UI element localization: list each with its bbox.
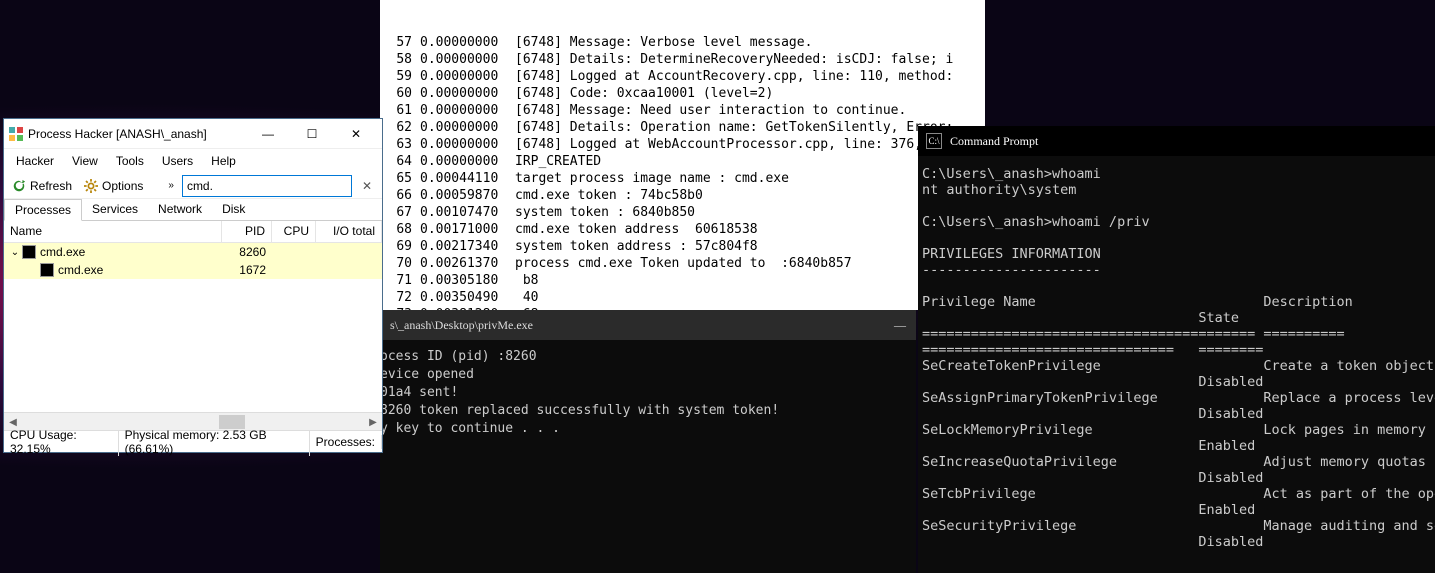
process-hacker-toolbar: Refresh Options » ✕ <box>4 173 382 199</box>
process-hacker-tabs: Processes Services Network Disk <box>4 199 382 221</box>
cmd-icon: C:\ <box>926 133 942 149</box>
command-prompt-window: C:\ Command Prompt C:\Users\_anash>whoam… <box>918 126 1435 573</box>
status-processes: Processes: <box>310 435 382 449</box>
minimize-icon[interactable]: — <box>894 318 906 333</box>
process-name: cmd.exe <box>58 263 103 277</box>
scrollbar-thumb[interactable] <box>219 415 245 429</box>
cmd-process-icon <box>22 245 36 259</box>
menu-view[interactable]: View <box>64 152 106 170</box>
table-row[interactable]: cmd.exe 1672 <box>4 261 382 279</box>
command-prompt-title-text: Command Prompt <box>950 134 1038 149</box>
process-table-header: Name PID CPU I/O total <box>4 221 382 243</box>
log-line: 580.00000000[6748] Details: DetermineRec… <box>380 51 985 68</box>
status-bar: CPU Usage: 32.15% Physical memory: 2.53 … <box>4 430 382 452</box>
gear-icon <box>84 179 98 193</box>
tab-disk[interactable]: Disk <box>212 199 255 220</box>
log-line: 710.00305180 b8 <box>380 272 985 289</box>
process-hacker-titlebar[interactable]: Process Hacker [ANASH\_anash] — ☐ ✕ <box>4 119 382 149</box>
tab-services[interactable]: Services <box>82 199 148 220</box>
menu-hacker[interactable]: Hacker <box>8 152 62 170</box>
refresh-button[interactable]: Refresh <box>8 177 76 195</box>
log-line: 630.00000000[6748] Logged at WebAccountP… <box>380 136 985 153</box>
log-line: 690.00217340system token address : 57c80… <box>380 238 985 255</box>
maximize-button[interactable]: ☐ <box>292 120 332 148</box>
search-input[interactable] <box>182 175 352 197</box>
log-line: 600.00000000[6748] Code: 0xcaa10001 (lev… <box>380 85 985 102</box>
log-line: 620.00000000[6748] Details: Operation na… <box>380 119 985 136</box>
cmd-process-icon <box>40 263 54 277</box>
process-pid: 1672 <box>222 263 272 277</box>
tab-processes[interactable]: Processes <box>4 199 82 221</box>
log-line: 610.00000000[6748] Message: Need user in… <box>380 102 985 119</box>
column-io[interactable]: I/O total <box>316 221 382 242</box>
command-prompt-output: C:\Users\_anash>whoami nt authority\syst… <box>918 156 1435 560</box>
clear-search-icon[interactable]: ✕ <box>356 179 378 193</box>
log-line: 660.00059870cmd.exe token : 74bc58b0 <box>380 187 985 204</box>
minimize-button[interactable]: — <box>248 120 288 148</box>
log-line: 680.00171000cmd.exe token address 606185… <box>380 221 985 238</box>
tree-expander-icon[interactable]: ⌄ <box>8 247 22 258</box>
status-memory: Physical memory: 2.53 GB (66.61%) <box>119 428 310 456</box>
log-line: 590.00000000[6748] Logged at AccountReco… <box>380 68 985 85</box>
log-line: 640.00000000IRP_CREATED <box>380 153 985 170</box>
refresh-icon <box>12 179 26 193</box>
log-line: 720.00350490 40 <box>380 289 985 306</box>
menu-tools[interactable]: Tools <box>108 152 152 170</box>
status-cpu: CPU Usage: 32.15% <box>4 428 119 456</box>
log-line: 570.00000000[6748] Message: Verbose leve… <box>380 34 985 51</box>
close-button[interactable]: ✕ <box>336 120 376 148</box>
menu-help[interactable]: Help <box>203 152 244 170</box>
toolbar-overflow-icon[interactable]: » <box>164 180 178 191</box>
refresh-label: Refresh <box>30 179 72 193</box>
process-hacker-app-icon <box>8 126 24 142</box>
column-name[interactable]: Name <box>4 221 222 242</box>
horizontal-scrollbar[interactable]: ◀ ▶ <box>4 412 382 430</box>
command-prompt-titlebar[interactable]: C:\ Command Prompt <box>918 126 1435 156</box>
tab-network[interactable]: Network <box>148 199 212 220</box>
log-line: 670.00107470system token : 6840b850 <box>380 204 985 221</box>
process-hacker-menubar: Hacker View Tools Users Help <box>4 149 382 173</box>
scroll-right-icon[interactable]: ▶ <box>364 413 382 431</box>
table-row[interactable]: ⌄ cmd.exe 8260 <box>4 243 382 261</box>
menu-users[interactable]: Users <box>154 152 201 170</box>
process-pid: 8260 <box>222 245 272 259</box>
process-name: cmd.exe <box>40 245 85 259</box>
column-cpu[interactable]: CPU <box>272 221 316 242</box>
process-hacker-window: Process Hacker [ANASH\_anash] — ☐ ✕ Hack… <box>3 118 383 453</box>
process-table-body: ⌄ cmd.exe 8260 cmd.exe 1672 <box>4 243 382 412</box>
privme-titlebar[interactable]: s\_anash\Desktop\privMe.exe — <box>380 310 916 340</box>
privme-title-text: s\_anash\Desktop\privMe.exe <box>390 318 533 333</box>
column-pid[interactable]: PID <box>222 221 272 242</box>
scroll-left-icon[interactable]: ◀ <box>4 413 22 431</box>
options-label: Options <box>102 179 143 193</box>
privme-output: ocess ID (pid) :8260 evice opened 01a4 s… <box>380 340 916 438</box>
process-hacker-title-text: Process Hacker [ANASH\_anash] <box>28 127 244 141</box>
options-button[interactable]: Options <box>80 177 147 195</box>
privme-terminal-window: s\_anash\Desktop\privMe.exe — ocess ID (… <box>380 310 916 573</box>
log-line: 650.00044110target process image name : … <box>380 170 985 187</box>
log-line: 700.00261370process cmd.exe Token update… <box>380 255 985 272</box>
event-log-window: 570.00000000[6748] Message: Verbose leve… <box>380 0 985 310</box>
